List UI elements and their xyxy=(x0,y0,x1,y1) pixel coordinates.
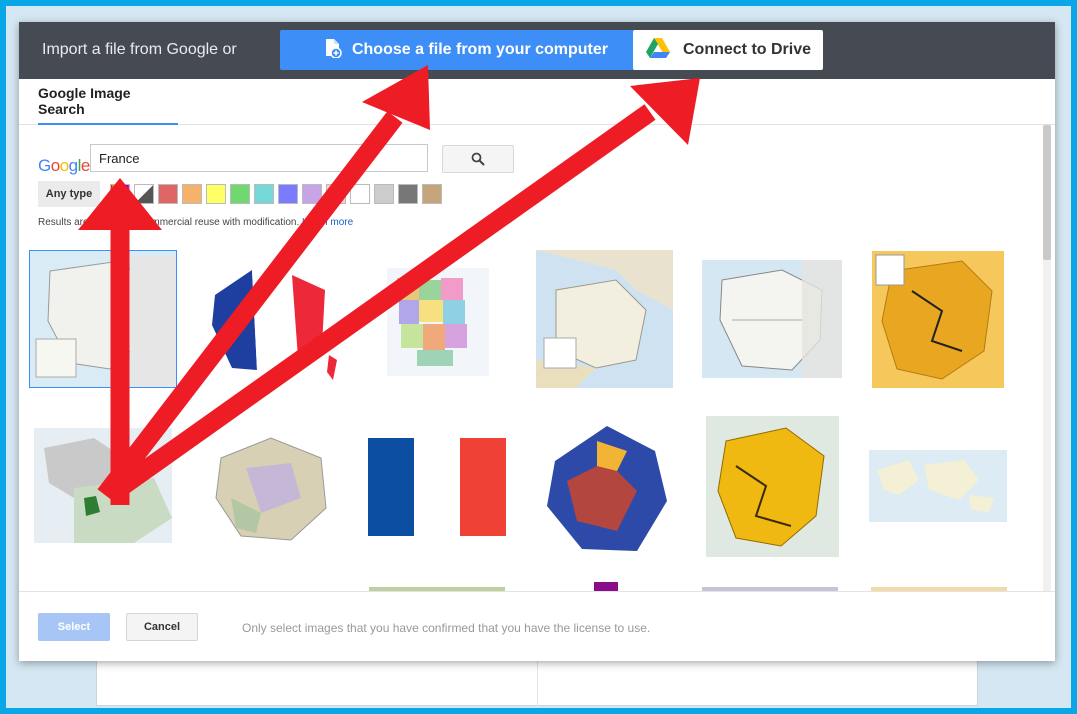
image-result[interactable] xyxy=(29,250,177,388)
image-result[interactable] xyxy=(872,251,1004,388)
color-swatch-brown[interactable] xyxy=(422,184,442,204)
upload-file-icon xyxy=(324,38,342,63)
google-drive-icon xyxy=(645,37,671,64)
departments-map-thumbnail xyxy=(387,268,489,376)
image-result[interactable] xyxy=(197,250,347,390)
license-reminder: Only select images that you have confirm… xyxy=(242,621,651,635)
route-map-thumbnail xyxy=(706,416,839,557)
world-map-thumbnail xyxy=(869,450,1007,522)
tour-map-thumbnail xyxy=(872,251,1004,388)
election-map-thumbnail xyxy=(537,421,673,558)
regions-map-thumbnail xyxy=(702,260,842,378)
color-swatch-rainbow[interactable] xyxy=(110,184,130,204)
connect-drive-button[interactable]: Connect to Drive xyxy=(633,30,823,70)
color-swatch-gray[interactable] xyxy=(374,184,394,204)
image-result[interactable] xyxy=(536,250,673,388)
french-flag-thumbnail xyxy=(368,438,506,536)
image-result[interactable] xyxy=(869,450,1007,522)
image-result[interactable] xyxy=(34,428,172,543)
google-logo: Google xyxy=(38,156,90,175)
color-swatch-halftone[interactable] xyxy=(134,184,154,204)
color-swatch-teal[interactable] xyxy=(254,184,274,204)
tab-google-image-search[interactable]: Google Image Search xyxy=(38,79,178,125)
connect-drive-label: Connect to Drive xyxy=(683,41,812,58)
any-type-filter[interactable]: Any type xyxy=(38,181,100,207)
learn-more-link[interactable]: Learn more xyxy=(302,217,353,228)
scrollbar-thumb[interactable] xyxy=(1043,125,1051,260)
dialog-footer: Select Cancel Only select images that yo… xyxy=(19,591,1055,661)
choose-file-label: Choose a file from your computer xyxy=(351,41,609,58)
political-map-thumbnail xyxy=(201,428,341,546)
cancel-button[interactable]: Cancel xyxy=(126,613,198,641)
color-swatch-white[interactable] xyxy=(350,184,370,204)
image-result[interactable] xyxy=(706,416,839,557)
color-swatch-blue[interactable] xyxy=(278,184,298,204)
license-note: Results are labeled for commercial reuse… xyxy=(38,217,353,228)
color-swatch-yellow[interactable] xyxy=(206,184,226,204)
insert-image-dialog: Import a file from Google or Choose a fi… xyxy=(19,22,1055,661)
source-tabs: Google Image Search xyxy=(19,79,1055,125)
color-swatch-pink[interactable] xyxy=(326,184,346,204)
results-scrollbar[interactable] xyxy=(1043,125,1051,591)
image-search-panel: Google Any type Results a xyxy=(19,125,1055,591)
image-result[interactable] xyxy=(368,438,506,536)
flag-map-thumbnail xyxy=(212,270,337,380)
search-input[interactable] xyxy=(90,144,428,172)
select-button[interactable]: Select xyxy=(38,613,110,641)
world-locator-thumbnail xyxy=(34,428,172,543)
choose-file-button[interactable]: Choose a file from your computer xyxy=(280,30,652,70)
map-thumbnail xyxy=(30,251,176,387)
color-swatch-green[interactable] xyxy=(230,184,250,204)
color-filter-row xyxy=(110,184,442,204)
europe-map-thumbnail xyxy=(536,250,673,388)
color-swatch-purple[interactable] xyxy=(302,184,322,204)
color-swatch-black[interactable] xyxy=(398,184,418,204)
search-icon xyxy=(471,152,485,166)
image-result[interactable] xyxy=(537,421,673,558)
import-bar: Import a file from Google or Choose a fi… xyxy=(19,22,1055,79)
color-swatch-orange[interactable] xyxy=(182,184,202,204)
image-result[interactable] xyxy=(594,582,618,591)
license-note-text: Results are labeled for commercial reuse… xyxy=(38,217,300,228)
search-button[interactable] xyxy=(442,145,514,173)
color-swatch-red[interactable] xyxy=(158,184,178,204)
import-prompt: Import a file from Google or xyxy=(42,41,237,58)
image-result[interactable] xyxy=(387,268,489,376)
image-result[interactable] xyxy=(702,260,842,378)
image-result[interactable] xyxy=(201,428,341,546)
